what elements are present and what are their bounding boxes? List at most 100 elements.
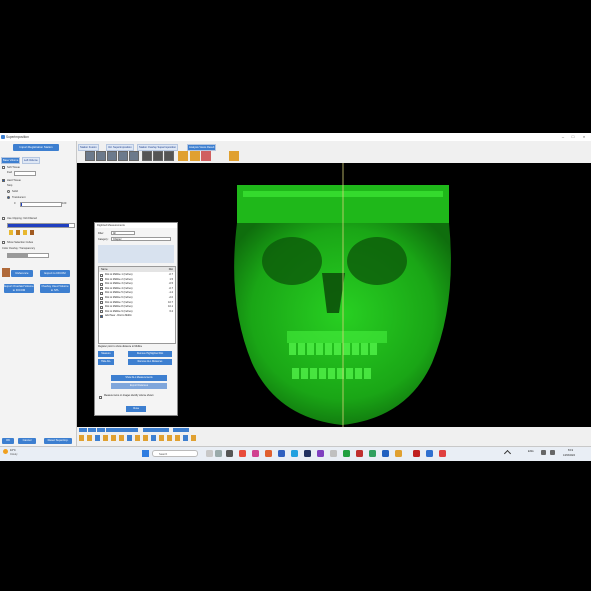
rotate-control[interactable] <box>173 428 189 432</box>
tool-icon[interactable] <box>143 435 148 441</box>
language-indicator[interactable]: ENG <box>528 450 534 453</box>
record-icon[interactable] <box>164 151 174 161</box>
app-icon[interactable] <box>317 450 324 457</box>
zoom-control[interactable] <box>143 428 169 432</box>
tray-chevron-icon[interactable] <box>503 449 512 458</box>
maximize-button[interactable]: □ <box>569 134 577 140</box>
app-icon[interactable] <box>278 450 285 457</box>
export-icon[interactable] <box>229 151 239 161</box>
hard-tissue-checkbox[interactable] <box>2 179 5 182</box>
tool-icon[interactable] <box>175 435 180 441</box>
open-icon[interactable] <box>190 151 200 161</box>
clipping-slider[interactable] <box>7 223 75 228</box>
tool-icon[interactable] <box>159 435 164 441</box>
folder-icon[interactable] <box>178 151 188 161</box>
view-split-icon[interactable] <box>118 151 128 161</box>
category-select[interactable]: Chapter <box>111 237 171 241</box>
view-grid-icon[interactable] <box>85 151 95 161</box>
tool-icon[interactable] <box>119 435 124 441</box>
next-icon[interactable] <box>97 428 105 432</box>
tool-icon[interactable] <box>151 435 156 441</box>
tool-icon[interactable] <box>183 435 188 441</box>
opacity-slider[interactable] <box>20 202 62 207</box>
search-input[interactable]: Search <box>152 450 198 457</box>
row-checkbox[interactable] <box>100 282 103 286</box>
app-icon[interactable] <box>252 450 259 457</box>
start-icon[interactable] <box>142 450 149 457</box>
prev-icon[interactable] <box>88 428 96 432</box>
save-icon[interactable] <box>201 151 211 161</box>
tab-vol-superimposition[interactable]: Vol. Superimposition <box>106 144 134 151</box>
view-layout-icon[interactable] <box>96 151 106 161</box>
app-icon[interactable] <box>226 450 233 457</box>
row-checkbox[interactable] <box>100 278 103 282</box>
tool-icon[interactable] <box>23 230 27 235</box>
solid-radio[interactable] <box>7 190 10 193</box>
app-icon[interactable] <box>330 450 337 457</box>
show-all-button[interactable]: Show ALL Measurements <box>111 375 167 381</box>
row-checkbox[interactable] <box>100 292 103 296</box>
app-icon[interactable] <box>304 450 311 457</box>
export-overlaid-button[interactable]: Export Overlaid Volume to DICOM <box>4 284 34 293</box>
clock-date[interactable]: 13/03/2024 <box>563 454 575 457</box>
measure-button[interactable]: Measure <box>98 351 114 357</box>
view-quad-icon[interactable] <box>129 151 139 161</box>
row-checkbox[interactable] <box>100 273 103 277</box>
tool-icon[interactable] <box>95 435 100 441</box>
tool-icon[interactable] <box>167 435 172 441</box>
volume-icon[interactable] <box>550 450 555 455</box>
reference-button[interactable]: Reference <box>11 270 33 277</box>
app-icon[interactable] <box>369 450 376 457</box>
tool-icon[interactable] <box>30 230 34 235</box>
remove-all-button[interactable]: Remove ALL Distances <box>128 359 172 365</box>
import-registration-button[interactable]: Import Registration Station <box>13 144 59 151</box>
soft-tissue-checkbox[interactable] <box>2 166 5 169</box>
camera-icon[interactable] <box>142 151 152 161</box>
remove-highlighted-button[interactable]: Remove Highlighted Dist <box>128 351 172 357</box>
view-3d-icon[interactable] <box>107 151 117 161</box>
tab-analysis-views[interactable]: Analysis Views Result <box>187 144 217 151</box>
tool-icon[interactable] <box>16 230 20 235</box>
cancel-button[interactable]: Cancel <box>18 438 36 444</box>
tab-base-volume[interactable]: Base Volume <box>1 157 21 164</box>
app-icon[interactable] <box>343 450 350 457</box>
widget-icon[interactable] <box>215 450 222 457</box>
hide-all-button[interactable]: Hide ALL <box>98 359 114 365</box>
tool-icon[interactable] <box>87 435 92 441</box>
weather-icon[interactable] <box>3 449 8 454</box>
app-icon[interactable] <box>426 450 433 457</box>
show-selection-checkbox[interactable] <box>2 241 5 244</box>
row-checkbox[interactable] <box>100 315 103 319</box>
snapshot-icon[interactable] <box>153 151 163 161</box>
use-clipping-checkbox[interactable] <box>2 217 5 220</box>
tool-icon[interactable] <box>103 435 108 441</box>
overlay-slider[interactable] <box>7 253 49 258</box>
rewind-icon[interactable] <box>79 428 87 432</box>
row-checkbox[interactable] <box>100 301 103 305</box>
app-icon[interactable] <box>439 450 446 457</box>
tool-icon[interactable] <box>9 230 13 235</box>
export-distances-button[interactable]: Export Distances <box>111 383 167 389</box>
row-checkbox[interactable] <box>100 305 103 309</box>
app-icon[interactable] <box>356 450 363 457</box>
app-icon[interactable] <box>382 450 389 457</box>
option-checkbox[interactable] <box>99 396 102 399</box>
app-icon[interactable] <box>291 450 298 457</box>
reset-superimp-button[interactable]: Reset Superimp. <box>44 438 72 444</box>
tool-icon[interactable] <box>135 435 140 441</box>
app-icon[interactable] <box>265 450 272 457</box>
tab-station-fusion[interactable]: Station Fusion <box>78 144 99 151</box>
tab-left-volume[interactable]: Left Volume <box>22 157 40 164</box>
row-checkbox[interactable] <box>100 287 103 291</box>
task-view-icon[interactable] <box>206 450 213 457</box>
app-icon[interactable] <box>413 450 420 457</box>
tool-icon[interactable] <box>79 435 84 441</box>
close-button[interactable]: × <box>580 134 588 140</box>
clock-time[interactable]: 8:19 <box>568 449 573 452</box>
filter-select[interactable]: All <box>111 231 135 235</box>
minimize-button[interactable]: – <box>559 134 567 140</box>
ok-button[interactable]: OK <box>2 438 14 444</box>
app-icon[interactable] <box>239 450 246 457</box>
soft-tissue-field[interactable] <box>14 171 36 176</box>
row-checkbox[interactable] <box>100 296 103 300</box>
